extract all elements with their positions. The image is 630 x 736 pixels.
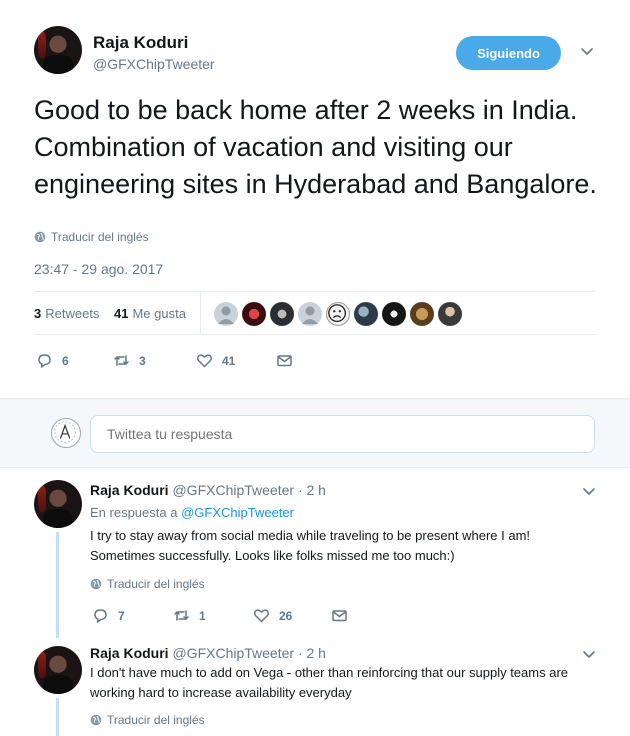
reply-text: I try to stay away from social media whi… [90, 528, 531, 563]
retweet-count: 3 [139, 353, 146, 368]
chevron-down-icon[interactable] [580, 44, 594, 58]
direct-message-button[interactable] [331, 607, 348, 624]
liker-avatar[interactable] [214, 302, 238, 326]
retweet-icon [174, 610, 189, 621]
author-handle[interactable]: @GFXChipTweeter [93, 56, 215, 72]
like-button[interactable]: 26 [253, 607, 331, 624]
in-reply-handle-link[interactable]: @GFXChipTweeter [181, 505, 294, 520]
reply-composer [0, 398, 630, 468]
translate-link[interactable]: Traducir del inglés [34, 230, 149, 244]
liker-avatar[interactable] [354, 302, 378, 326]
translate-link[interactable]: Traducir del inglés [90, 577, 205, 591]
reply-actions: 7 1 26 [92, 607, 348, 624]
retweet-icon [114, 355, 129, 366]
liker-avatar[interactable] [242, 302, 266, 326]
like-button[interactable]: 41 [196, 352, 276, 369]
following-button[interactable]: Siguiendo [456, 36, 561, 70]
reply-button[interactable]: 6 [36, 352, 113, 369]
thread-line [56, 698, 59, 736]
stats-bar: 3 Retweets 41 Me gusta [34, 291, 596, 335]
like-count: 26 [279, 608, 293, 623]
globe-icon [90, 714, 102, 726]
reply-icon [38, 354, 51, 368]
reply-icon [94, 609, 107, 623]
thread-line [56, 532, 59, 638]
liker-avatar[interactable] [410, 302, 434, 326]
retweets-stat[interactable]: 3 Retweets [34, 306, 99, 321]
author-name[interactable]: Raja Koduri [93, 33, 188, 53]
reply-meta[interactable]: @GFXChipTweeter · 2 h [172, 645, 326, 661]
reply-button[interactable]: 7 [92, 607, 173, 624]
reply-header: Raja Koduri @GFXChipTweeter · 2 h [90, 645, 326, 661]
envelope-icon [332, 610, 347, 622]
heart-icon [196, 354, 213, 368]
translate-label: Traducir del inglés [51, 230, 149, 244]
reply-tweet[interactable]: Raja Koduri @GFXChipTweeter · 2 h En res… [0, 468, 630, 638]
reply-tweet[interactable]: Raja Koduri @GFXChipTweeter · 2 h I don'… [0, 632, 630, 736]
translate-label: Traducir del inglés [107, 713, 205, 727]
retweets-label: Retweets [45, 306, 100, 321]
heart-icon [253, 609, 270, 623]
user-avatar[interactable] [51, 418, 81, 448]
reply-meta[interactable]: @GFXChipTweeter · 2 h [172, 482, 326, 498]
reply-count: 6 [62, 353, 69, 368]
in-reply-prefix: En respuesta a [90, 505, 178, 520]
reply-author-name[interactable]: Raja Koduri [90, 482, 169, 498]
user-avatar-icon [54, 421, 76, 443]
translate-label: Traducir del inglés [107, 577, 205, 591]
retweet-button[interactable]: 3 [113, 352, 196, 369]
in-reply-to: En respuesta a @GFXChipTweeter [90, 505, 294, 520]
direct-message-button[interactable] [276, 352, 293, 369]
reply-author-avatar[interactable] [34, 480, 82, 528]
chevron-down-icon[interactable] [582, 484, 596, 498]
globe-icon [90, 578, 102, 590]
retweet-button[interactable]: 1 [173, 607, 253, 624]
liker-avatar[interactable] [298, 302, 322, 326]
likes-label: Me gusta [132, 306, 186, 321]
default-user-icon [302, 306, 318, 324]
default-user-icon [218, 306, 234, 324]
liker-avatar[interactable] [326, 302, 350, 326]
likes-count: 41 [114, 306, 129, 321]
like-count: 41 [222, 353, 236, 368]
reply-input[interactable] [90, 415, 595, 453]
reply-header: Raja Koduri @GFXChipTweeter · 2 h [90, 482, 326, 498]
frown-face-icon [328, 304, 346, 322]
reply-author-name[interactable]: Raja Koduri [90, 645, 169, 661]
liker-avatar[interactable] [382, 302, 406, 326]
retweet-count: 1 [199, 608, 206, 623]
reply-text: I don't have much to add on Vega - other… [90, 665, 568, 700]
translate-link[interactable]: Traducir del inglés [90, 713, 205, 727]
tweet-actions: 6 3 41 [36, 352, 293, 369]
globe-icon [34, 231, 46, 243]
liker-avatar[interactable] [438, 302, 462, 326]
divider [200, 292, 201, 335]
envelope-icon [277, 355, 292, 367]
liker-avatar[interactable] [270, 302, 294, 326]
tweet-text: Good to be back home after 2 weeks in In… [34, 95, 597, 199]
author-avatar[interactable] [34, 26, 82, 74]
retweets-count: 3 [34, 306, 42, 321]
timestamp[interactable]: 23:47 - 29 ago. 2017 [34, 261, 163, 277]
chevron-down-icon[interactable] [582, 647, 596, 661]
likes-stat[interactable]: 41 Me gusta [114, 306, 186, 321]
reply-count: 7 [118, 608, 125, 623]
reply-author-avatar[interactable] [34, 646, 82, 694]
